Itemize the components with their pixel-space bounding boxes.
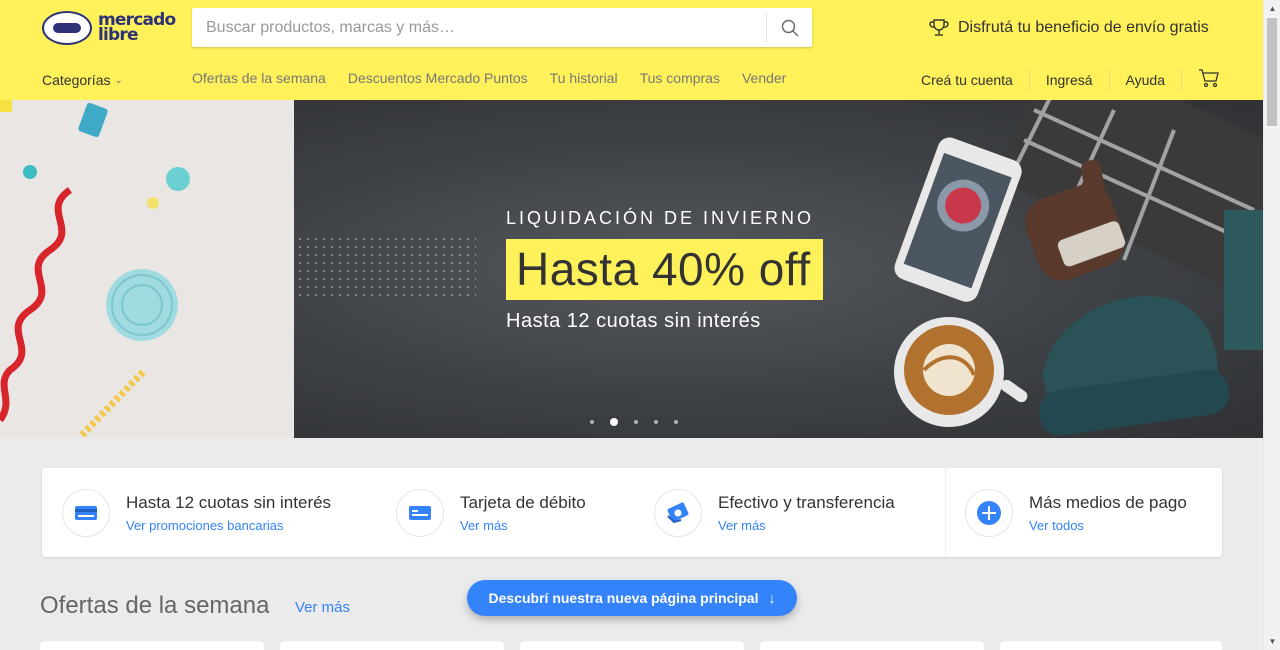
cta-label: Descubrí nuestra nueva página principal: [488, 590, 759, 606]
payment-title: Efectivo y transferencia: [718, 492, 895, 512]
categories-label: Categorías: [42, 72, 111, 88]
nav-link-compras[interactable]: Tus compras: [640, 70, 720, 86]
hero-active-slide[interactable]: LIQUIDACIÓN DE INVIERNO Hasta 40% off Ha…: [294, 100, 1263, 438]
payment-title: Tarjeta de débito: [460, 492, 586, 512]
product-card[interactable]: [280, 641, 504, 650]
offers-see-more-link[interactable]: Ver más: [295, 599, 350, 616]
nav-links: Ofertas de la semana Descuentos Mercado …: [192, 70, 808, 86]
search-button[interactable]: [766, 12, 812, 43]
carousel-pagination: [590, 418, 694, 426]
product-card[interactable]: [1000, 641, 1222, 650]
payment-item-efectivo[interactable]: Efectivo y transferencia Ver más: [654, 468, 895, 557]
product-card[interactable]: [40, 641, 264, 650]
login-link[interactable]: Ingresá: [1046, 72, 1093, 88]
hero-kicker: LIQUIDACIÓN DE INVIERNO: [506, 208, 815, 228]
discover-new-homepage-button[interactable]: Descubrí nuestra nueva página principal …: [467, 580, 797, 616]
main-nav: Categorías ⌄ Ofertas de la semana Descue…: [42, 70, 786, 90]
handshake-logo-icon: [42, 11, 92, 45]
hero-copy: LIQUIDACIÓN DE INVIERNO Hasta 40% off Ha…: [506, 208, 823, 333]
free-shipping-text: Disfrutá tu beneficio de envío gratis: [958, 19, 1209, 36]
payment-methods-card: Hasta 12 cuotas sin interés Ver promocio…: [42, 468, 1222, 557]
plus-icon: [965, 488, 1013, 537]
cart-icon: [1199, 69, 1219, 88]
debit-card-icon: [396, 488, 444, 537]
hero-subline: Hasta 12 cuotas sin interés: [506, 310, 761, 332]
search-icon: [781, 19, 798, 36]
scroll-down-arrow-icon[interactable]: ▼: [1264, 633, 1280, 650]
mercadolibre-logo[interactable]: mercado libre: [42, 10, 182, 46]
cash-icon: [654, 488, 702, 537]
payment-item-mas[interactable]: Más medios de pago Ver todos: [965, 468, 1187, 557]
payment-title: Hasta 12 cuotas sin interés: [126, 492, 332, 512]
scroll-up-arrow-icon[interactable]: ▲: [1264, 0, 1280, 17]
trophy-icon: [929, 19, 949, 36]
payment-link[interactable]: Ver más: [460, 518, 586, 533]
credit-card-icon: [62, 488, 110, 537]
divider: [1181, 68, 1182, 91]
search-input[interactable]: [192, 8, 766, 47]
divider: [945, 468, 946, 557]
page-scrollbar[interactable]: ▲ ▼: [1263, 0, 1280, 650]
payment-link[interactable]: Ver promociones bancarias: [126, 518, 331, 533]
site-header: mercado libre Disfrutá tu beneficio de e…: [0, 0, 1263, 100]
section-title-offers: Ofertas de la semana: [40, 592, 270, 619]
nav-link-ofertas[interactable]: Ofertas de la semana: [192, 70, 326, 86]
carousel-dot[interactable]: [654, 420, 658, 424]
party-decoration-illustration: [0, 100, 294, 438]
free-shipping-promo[interactable]: Disfrutá tu beneficio de envío gratis: [928, 16, 1209, 40]
payment-item-cuotas[interactable]: Hasta 12 cuotas sin interés Ver promocio…: [62, 468, 331, 557]
payment-item-debito[interactable]: Tarjeta de débito Ver más: [396, 468, 586, 557]
cart-button[interactable]: [1198, 68, 1220, 91]
logo-text-line2: libre: [98, 25, 139, 45]
payment-title: Más medios de pago: [1029, 492, 1187, 512]
scrollbar-thumb[interactable]: [1267, 18, 1277, 126]
arrow-down-icon: ↓: [768, 590, 776, 606]
hero-carousel[interactable]: LIQUIDACIÓN DE INVIERNO Hasta 40% off Ha…: [0, 100, 1263, 438]
product-card[interactable]: [760, 641, 984, 650]
categories-menu[interactable]: Categorías ⌄: [42, 72, 123, 88]
divider: [1108, 68, 1110, 91]
help-link[interactable]: Ayuda: [1126, 72, 1165, 88]
nav-link-vender[interactable]: Vender: [742, 70, 786, 86]
carousel-dot-active[interactable]: [610, 418, 618, 426]
product-card[interactable]: [520, 641, 744, 650]
payment-link[interactable]: Ver todos: [1029, 518, 1187, 533]
carousel-dot[interactable]: [674, 420, 678, 424]
hero-headline: Hasta 40% off: [506, 239, 823, 300]
payment-link[interactable]: Ver más: [718, 518, 895, 533]
divider: [1028, 68, 1030, 91]
carousel-dot[interactable]: [590, 420, 594, 424]
account-nav: Creá tu cuenta Ingresá Ayuda: [921, 68, 1220, 91]
carousel-dot[interactable]: [634, 420, 638, 424]
create-account-link[interactable]: Creá tu cuenta: [921, 72, 1013, 88]
chevron-down-icon: ⌄: [114, 74, 123, 86]
nav-link-historial[interactable]: Tu historial: [550, 70, 618, 86]
nav-link-descuentos[interactable]: Descuentos Mercado Puntos: [348, 70, 528, 86]
hero-prev-slide[interactable]: [0, 100, 294, 438]
search-bar: [192, 8, 812, 47]
